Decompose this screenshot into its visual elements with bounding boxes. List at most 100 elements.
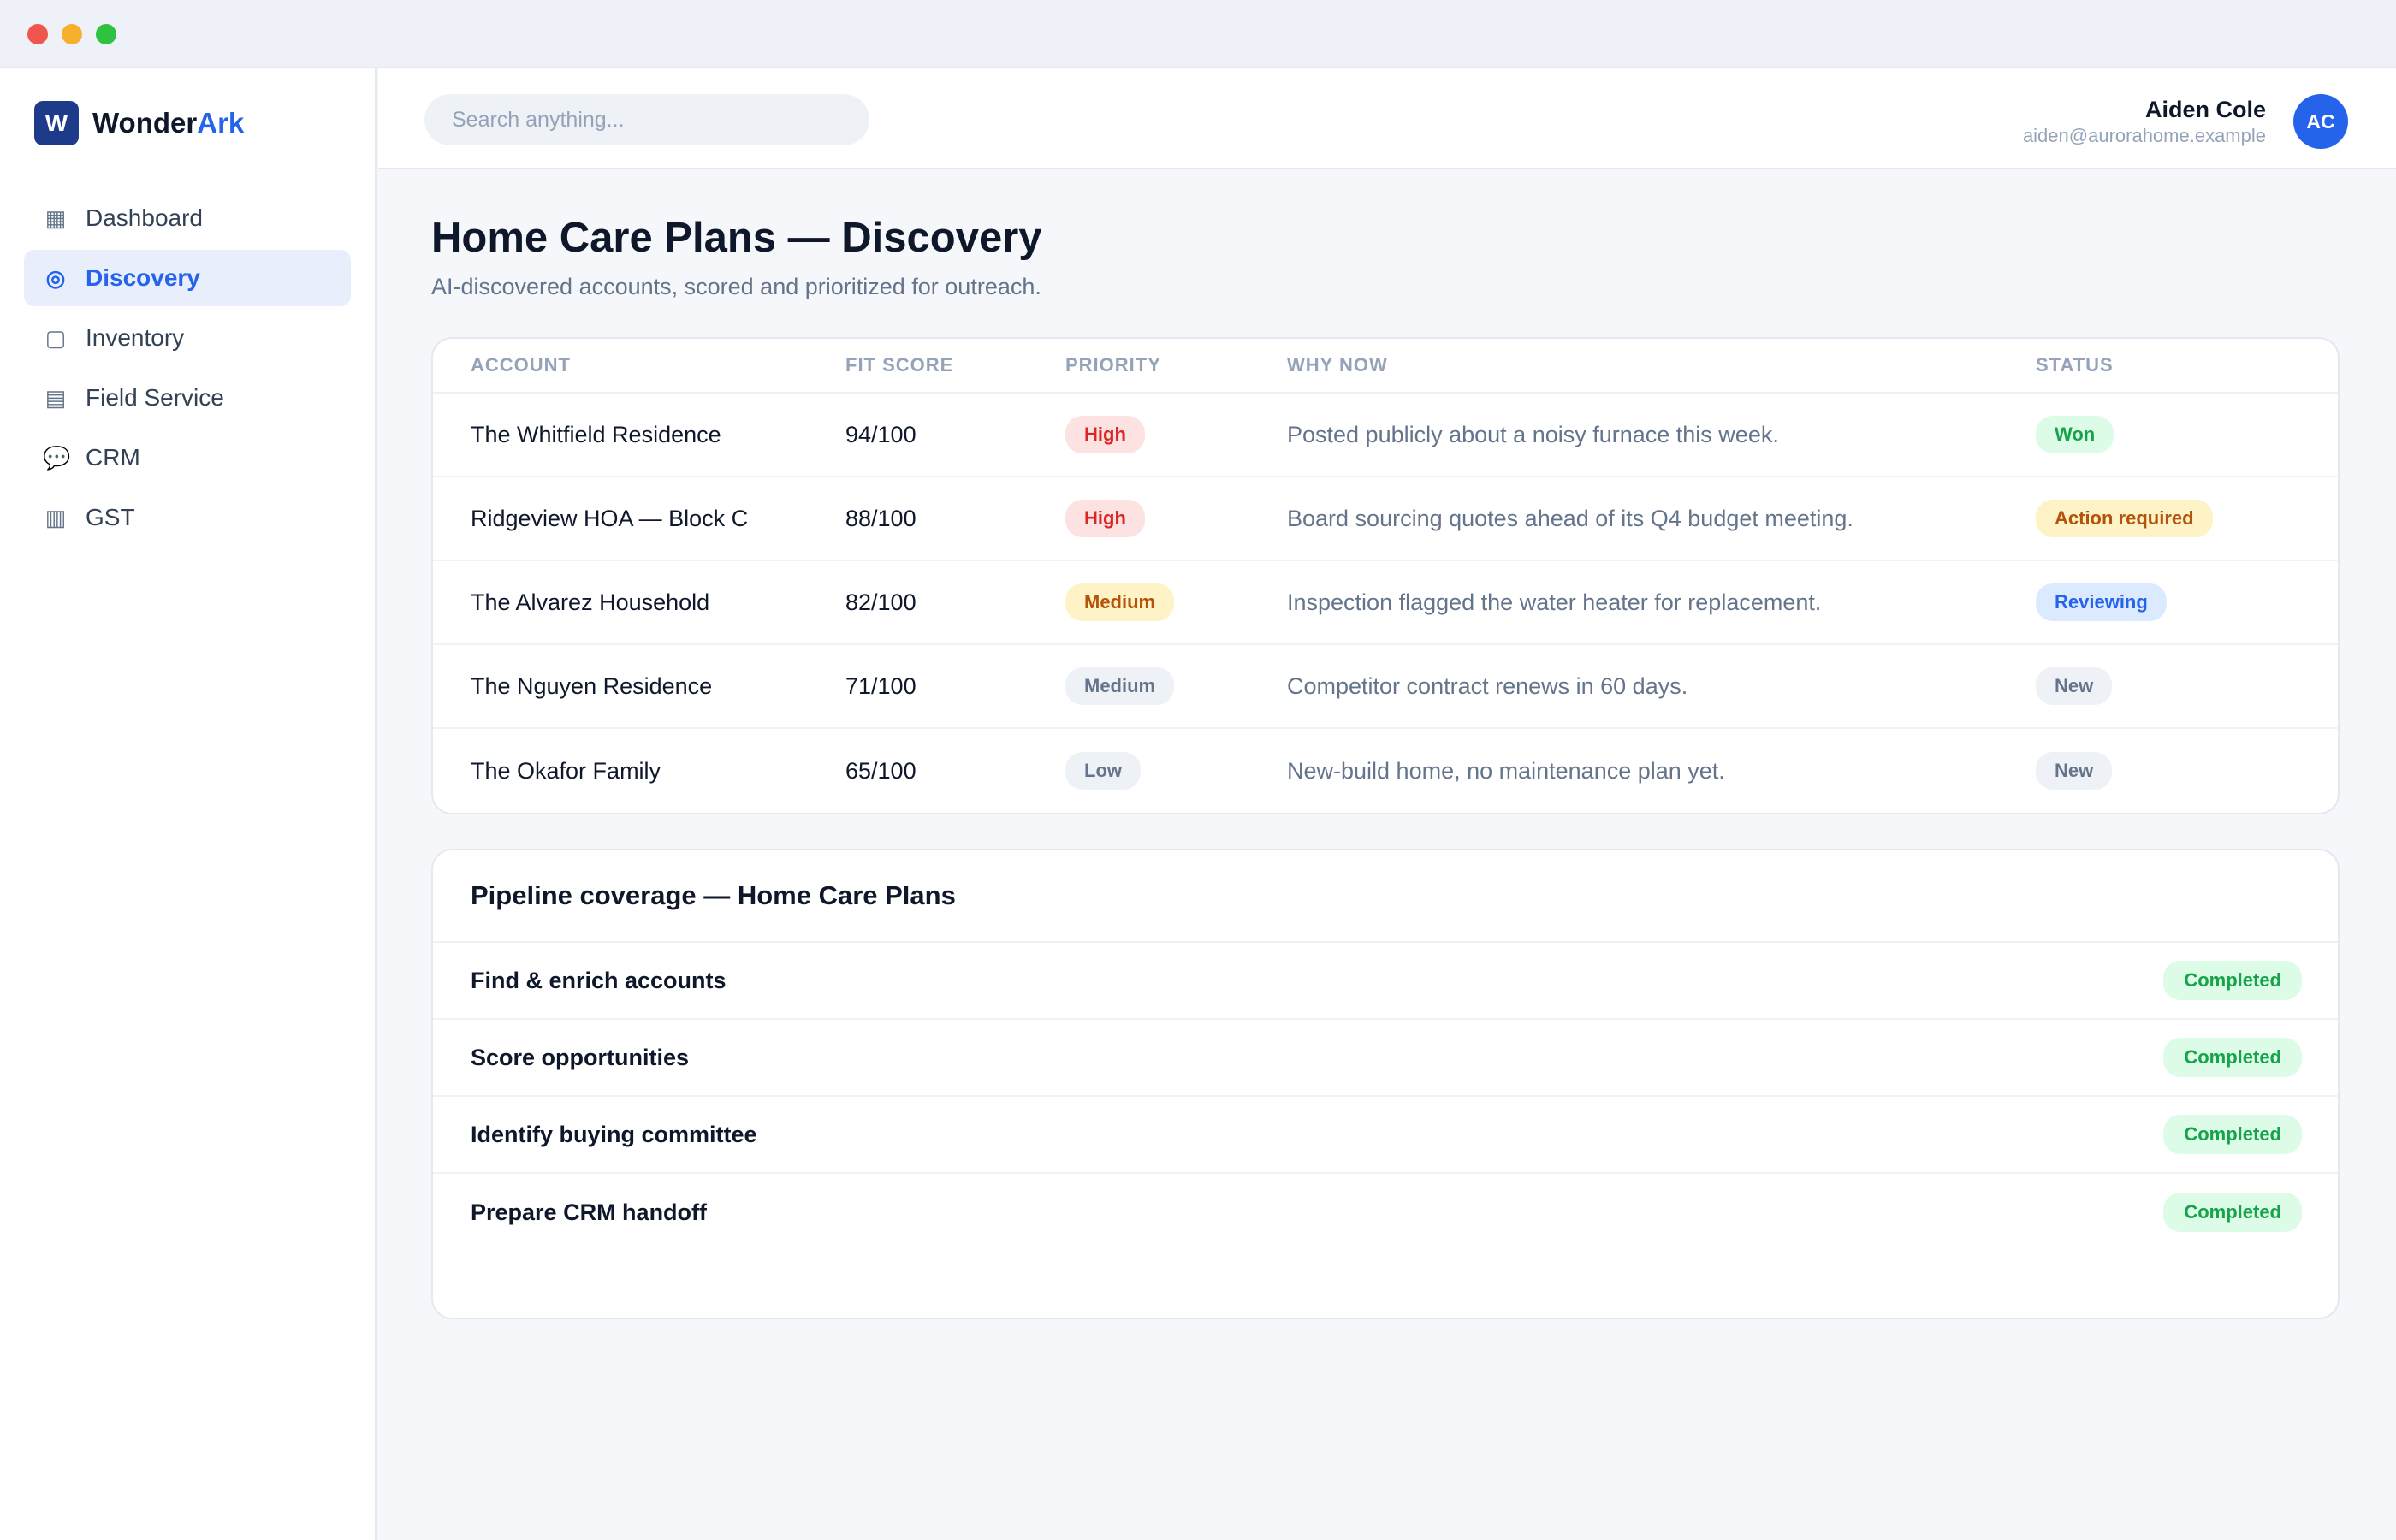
sidebar-item-discovery[interactable]: ◎ Discovery	[24, 250, 351, 306]
priority-badge: High	[1065, 500, 1145, 537]
sidebar-item-inventory[interactable]: ▢ Inventory	[24, 310, 351, 366]
column-header-why-now[interactable]: WHY NOW	[1287, 354, 2036, 376]
status-badge: Action required	[2036, 500, 2213, 537]
why-now-text: Inspection flagged the water heater for …	[1287, 589, 1822, 615]
pipeline-step[interactable]: Prepare CRM handoff Completed	[433, 1174, 2338, 1251]
sidebar-item-label: Discovery	[86, 264, 200, 291]
table-row[interactable]: The Nguyen Residence 71/100 Medium Compe…	[433, 645, 2338, 729]
account-name[interactable]: The Nguyen Residence	[433, 673, 845, 700]
user-name: Aiden Cole	[2144, 96, 2266, 122]
table-row[interactable]: The Okafor Family 65/100 Low New-build h…	[433, 729, 2338, 813]
pipeline-step-label: Identify buying committee	[471, 1121, 757, 1147]
priority-cell: Low	[1065, 752, 1287, 790]
brand-name-part2: Ark	[197, 107, 245, 139]
fit-score: 94/100	[845, 421, 916, 447]
status-cell: New	[2036, 752, 2338, 790]
sidebar-nav: ▦ Dashboard ◎ Discovery ▢ Inventory ▤ Fi…	[24, 190, 351, 549]
why-now-text: Board sourcing quotes ahead of its Q4 bu…	[1287, 505, 1853, 531]
box-icon: ▢	[44, 324, 67, 351]
why-now-text: Competitor contract renews in 60 days.	[1287, 672, 1688, 699]
maximize-window-button[interactable]	[96, 24, 116, 44]
target-icon: ◎	[45, 264, 66, 291]
sidebar-item-label: Inventory	[86, 324, 185, 351]
brand[interactable]: W WonderArk	[34, 101, 244, 145]
priority-cell: Medium	[1065, 583, 1287, 621]
priority-badge: Medium	[1065, 583, 1175, 621]
status-badge: New	[2036, 752, 2113, 790]
pipeline-title: Pipeline coverage — Home Care Plans	[433, 850, 2338, 943]
fit-score: 71/100	[845, 672, 916, 699]
pipeline-step-label: Score opportunities	[471, 1044, 690, 1070]
pipeline-step-label: Prepare CRM handoff	[471, 1199, 708, 1225]
column-header-status[interactable]: STATUS	[2036, 354, 2338, 376]
brand-name-part1: Wonder	[92, 107, 198, 139]
pipeline-step[interactable]: Identify buying committee Completed	[433, 1097, 2338, 1174]
status-cell: Action required	[2036, 500, 2338, 537]
table-row[interactable]: Ridgeview HOA — Block C 88/100 High Boar…	[433, 477, 2338, 561]
main-content: Aiden Cole aiden@aurorahome.example AC H…	[378, 68, 2396, 1540]
sidebar-item-label: Field Service	[86, 384, 224, 411]
user-menu[interactable]: Aiden Cole aiden@aurorahome.example AC	[2023, 94, 2348, 149]
status-cell: New	[2036, 667, 2338, 705]
sidebar-item-dashboard[interactable]: ▦ Dashboard	[24, 190, 351, 246]
page-title: Home Care Plans — Discovery	[431, 215, 1042, 261]
brand-logo-icon: W	[34, 101, 79, 145]
pipeline-step[interactable]: Find & enrich accounts Completed	[433, 943, 2338, 1020]
status-cell: Won	[2036, 416, 2338, 453]
sidebar-item-gst[interactable]: ▥ GST	[24, 489, 351, 546]
close-window-button[interactable]	[27, 24, 48, 44]
priority-cell: Medium	[1065, 667, 1287, 705]
account-name[interactable]: Ridgeview HOA — Block C	[433, 506, 845, 532]
ledger-icon: ▥	[44, 504, 67, 530]
table-row[interactable]: The Whitfield Residence 94/100 High Post…	[433, 394, 2338, 477]
topbar: Aiden Cole aiden@aurorahome.example AC	[378, 68, 2396, 169]
status-badge: Reviewing	[2036, 583, 2167, 621]
priority-badge: Low	[1065, 752, 1141, 790]
window-titlebar	[0, 0, 2396, 68]
user-email: aiden@aurorahome.example	[2022, 124, 2266, 146]
why-now-text: New-build home, no maintenance plan yet.	[1287, 757, 1725, 784]
brand-name: WonderArk	[92, 107, 244, 139]
accounts-table: ACCOUNT FIT SCORE PRIORITY WHY NOW STATU…	[431, 337, 2340, 814]
status-badge: Completed	[2163, 1115, 2302, 1154]
status-badge: Won	[2036, 416, 2114, 453]
column-header-fit-score[interactable]: FIT SCORE	[845, 354, 1065, 376]
status-badge: Completed	[2163, 961, 2302, 1000]
avatar[interactable]: AC	[2293, 94, 2348, 149]
status-badge: New	[2036, 667, 2113, 705]
fit-score: 82/100	[845, 589, 916, 615]
pipeline-step[interactable]: Score opportunities Completed	[433, 1020, 2338, 1097]
dashboard-icon: ▦	[44, 204, 67, 231]
sidebar-item-crm[interactable]: 💬 CRM	[24, 429, 351, 486]
clipboard-icon: ▤	[44, 384, 67, 411]
search-input[interactable]	[424, 94, 869, 145]
fit-score: 88/100	[845, 505, 916, 531]
fit-score: 65/100	[845, 757, 916, 784]
sidebar-item-label: Dashboard	[86, 204, 203, 231]
priority-cell: High	[1065, 500, 1287, 537]
status-badge: Completed	[2163, 1193, 2302, 1232]
table-header: ACCOUNT FIT SCORE PRIORITY WHY NOW STATU…	[433, 339, 2338, 394]
pipeline-coverage-card: Pipeline coverage — Home Care Plans Find…	[431, 849, 2340, 1319]
account-name[interactable]: The Alvarez Household	[433, 589, 845, 616]
minimize-window-button[interactable]	[62, 24, 82, 44]
pipeline-step-label: Find & enrich accounts	[471, 967, 727, 993]
user-info: Aiden Cole aiden@aurorahome.example	[2023, 97, 2266, 147]
status-badge: Completed	[2163, 1038, 2302, 1077]
account-name[interactable]: The Okafor Family	[433, 758, 845, 785]
status-cell: Reviewing	[2036, 583, 2338, 621]
why-now-text: Posted publicly about a noisy furnace th…	[1287, 421, 1779, 447]
chat-bubble-icon: 💬	[43, 444, 71, 471]
priority-badge: Medium	[1065, 667, 1175, 705]
column-header-priority[interactable]: PRIORITY	[1065, 354, 1287, 376]
column-header-account[interactable]: ACCOUNT	[433, 354, 845, 376]
page-subtitle: AI-discovered accounts, scored and prior…	[431, 274, 1041, 299]
sidebar-item-field-service[interactable]: ▤ Field Service	[24, 370, 351, 426]
priority-badge: High	[1065, 416, 1145, 453]
sidebar-item-label: CRM	[86, 444, 140, 471]
priority-cell: High	[1065, 416, 1287, 453]
sidebar: W WonderArk ▦ Dashboard ◎ Discovery ▢ In…	[0, 68, 377, 1540]
account-name[interactable]: The Whitfield Residence	[433, 422, 845, 448]
sidebar-item-label: GST	[86, 504, 135, 530]
table-row[interactable]: The Alvarez Household 82/100 Medium Insp…	[433, 561, 2338, 645]
